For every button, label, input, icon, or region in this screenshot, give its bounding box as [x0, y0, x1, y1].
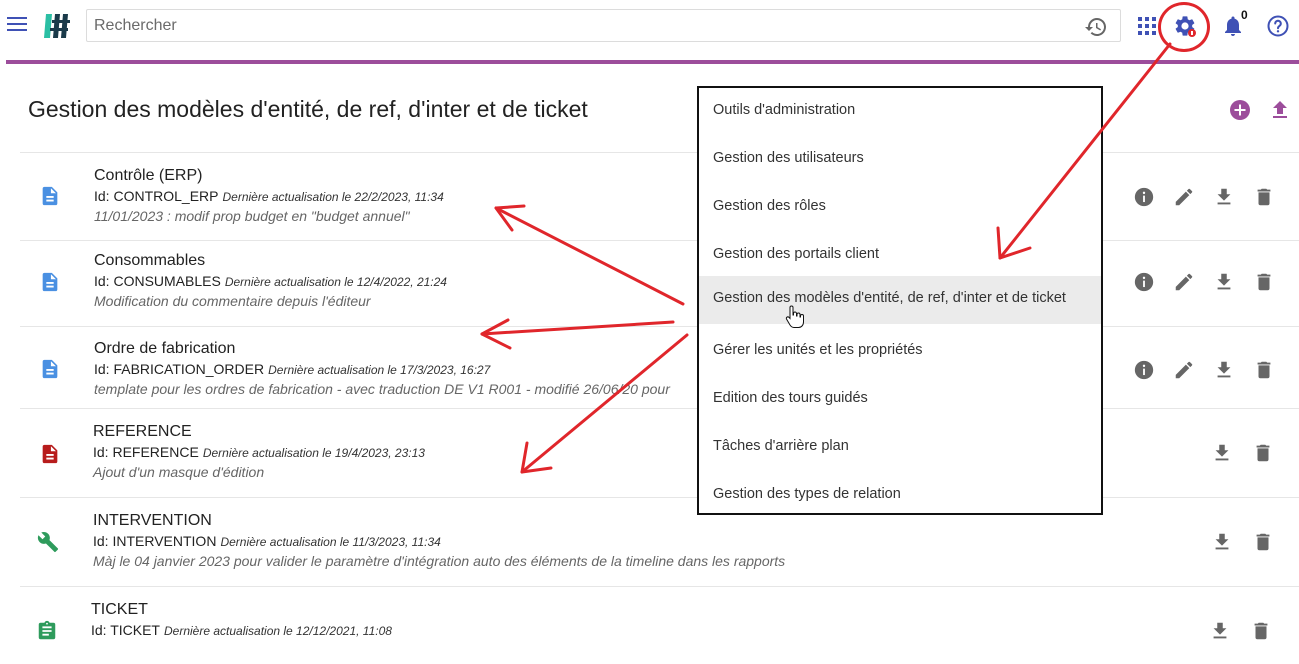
menu-item-client-portals[interactable]: Gestion des portails client — [699, 232, 1101, 280]
edit-pencil-icon[interactable] — [1173, 271, 1195, 293]
model-name: Ordre de fabrication — [94, 340, 236, 357]
hamburger-menu-icon[interactable] — [7, 16, 29, 34]
download-icon[interactable] — [1211, 442, 1233, 464]
model-row[interactable]: Consommables Id: CONSUMABLES Dernière act… — [20, 240, 1299, 327]
model-id: Id: TICKET — [91, 622, 160, 638]
model-updated-date: Dernière actualisation le 22/2/2023, 11:… — [222, 190, 444, 204]
model-id: Id: CONSUMABLES — [94, 273, 221, 289]
notification-count-badge: 0 — [1241, 8, 1248, 22]
clipboard-icon — [38, 620, 56, 640]
model-name: TICKET — [91, 601, 148, 618]
model-updated-date: Dernière actualisation le 17/3/2023, 16:… — [268, 363, 491, 377]
admin-menu-dropdown: Outils d'administration Gestion des util… — [697, 86, 1103, 515]
model-id: Id: REFERENCE — [93, 444, 199, 460]
info-icon[interactable] — [1133, 186, 1155, 208]
page-title: Gestion des modèles d'entité, de ref, d'… — [28, 96, 588, 122]
menu-item-guided-tours[interactable]: Edition des tours guidés — [699, 376, 1101, 424]
model-name: REFERENCE — [93, 423, 192, 440]
model-row[interactable]: REFERENCE Id: REFERENCE Dernière actualis… — [20, 408, 1299, 498]
model-updated-date: Dernière actualisation le 11/3/2023, 11:… — [220, 535, 441, 549]
app-logo[interactable] — [42, 12, 72, 40]
document-icon — [42, 186, 58, 206]
search-history-icon[interactable] — [1084, 15, 1108, 39]
delete-trash-icon[interactable] — [1250, 620, 1272, 642]
delete-trash-icon[interactable] — [1253, 186, 1275, 208]
menu-item-admin-tools[interactable]: Outils d'administration — [699, 88, 1101, 136]
search-placeholder: Rechercher — [94, 17, 177, 34]
model-updated-date: Dernière actualisation le 19/4/2023, 23:… — [202, 446, 425, 460]
document-icon — [42, 359, 58, 379]
info-icon[interactable] — [1133, 271, 1155, 293]
download-icon[interactable] — [1211, 531, 1233, 553]
model-comment: Ajout d'un masque d'édition — [93, 464, 265, 480]
model-updated-date: Dernière actualisation le 12/12/2021, 11… — [163, 624, 392, 638]
add-model-button[interactable] — [1228, 98, 1252, 122]
reference-document-icon — [42, 444, 58, 464]
model-updated-date: Dernière actualisation le 12/4/2022, 21:… — [224, 275, 447, 289]
edit-pencil-icon[interactable] — [1173, 359, 1195, 381]
model-name: INTERVENTION — [93, 512, 212, 529]
model-name: Consommables — [94, 252, 206, 269]
download-icon[interactable] — [1213, 359, 1235, 381]
delete-trash-icon[interactable] — [1253, 271, 1275, 293]
info-icon[interactable] — [1133, 359, 1155, 381]
delete-trash-icon[interactable] — [1253, 359, 1275, 381]
top-bar: Rechercher 0 — [0, 0, 1299, 52]
menu-item-role-management[interactable]: Gestion des rôles — [699, 184, 1101, 232]
header-accent-bar — [6, 60, 1299, 64]
model-row[interactable]: TICKET Id: TICKET Dernière actualisation … — [20, 586, 1299, 664]
model-comment: 11/01/2023 : modif prop budget en "budge… — [94, 208, 410, 224]
model-comment: Modification du commentaire depuis l'édi… — [94, 293, 371, 309]
model-id: Id: CONTROL_ERP — [94, 188, 219, 204]
menu-item-units-properties[interactable]: Gérer les unités et les propriétés — [699, 328, 1101, 376]
delete-trash-icon[interactable] — [1252, 442, 1274, 464]
wrench-icon — [37, 532, 59, 553]
highlight-circle — [1158, 2, 1210, 52]
apps-grid-icon[interactable] — [1135, 14, 1159, 38]
menu-item-relation-types[interactable]: Gestion des types de relation — [699, 472, 1101, 520]
model-comment: Màj le 04 janvier 2023 pour valider le p… — [93, 553, 786, 569]
edit-pencil-icon[interactable] — [1173, 186, 1195, 208]
menu-item-entity-models[interactable]: Gestion des modèles d'entité, de ref, d'… — [699, 276, 1101, 324]
search-input[interactable]: Rechercher — [86, 9, 1121, 42]
model-row[interactable]: INTERVENTION Id: INTERVENTION Dernière ac… — [20, 497, 1299, 587]
model-row[interactable]: Contrôle (ERP) Id: CONTROL_ERP Dernière a… — [20, 152, 1299, 241]
document-icon — [42, 272, 58, 292]
model-name: Contrôle (ERP) — [94, 167, 203, 184]
model-comment: template pour les ordres de fabrication … — [94, 381, 670, 397]
download-icon[interactable] — [1209, 620, 1231, 642]
model-row[interactable]: Ordre de fabrication Id: FABRICATION_ORD… — [20, 326, 1299, 409]
help-icon[interactable] — [1266, 14, 1290, 38]
menu-item-user-management[interactable]: Gestion des utilisateurs — [699, 136, 1101, 184]
model-id: Id: INTERVENTION — [93, 533, 217, 549]
menu-item-background-tasks[interactable]: Tâches d'arrière plan — [699, 424, 1101, 472]
upload-model-button[interactable] — [1268, 98, 1292, 122]
hand-pointer-cursor-icon — [785, 305, 804, 328]
delete-trash-icon[interactable] — [1252, 531, 1274, 553]
download-icon[interactable] — [1213, 186, 1235, 208]
model-id: Id: FABRICATION_ORDER — [94, 361, 265, 377]
download-icon[interactable] — [1213, 271, 1235, 293]
